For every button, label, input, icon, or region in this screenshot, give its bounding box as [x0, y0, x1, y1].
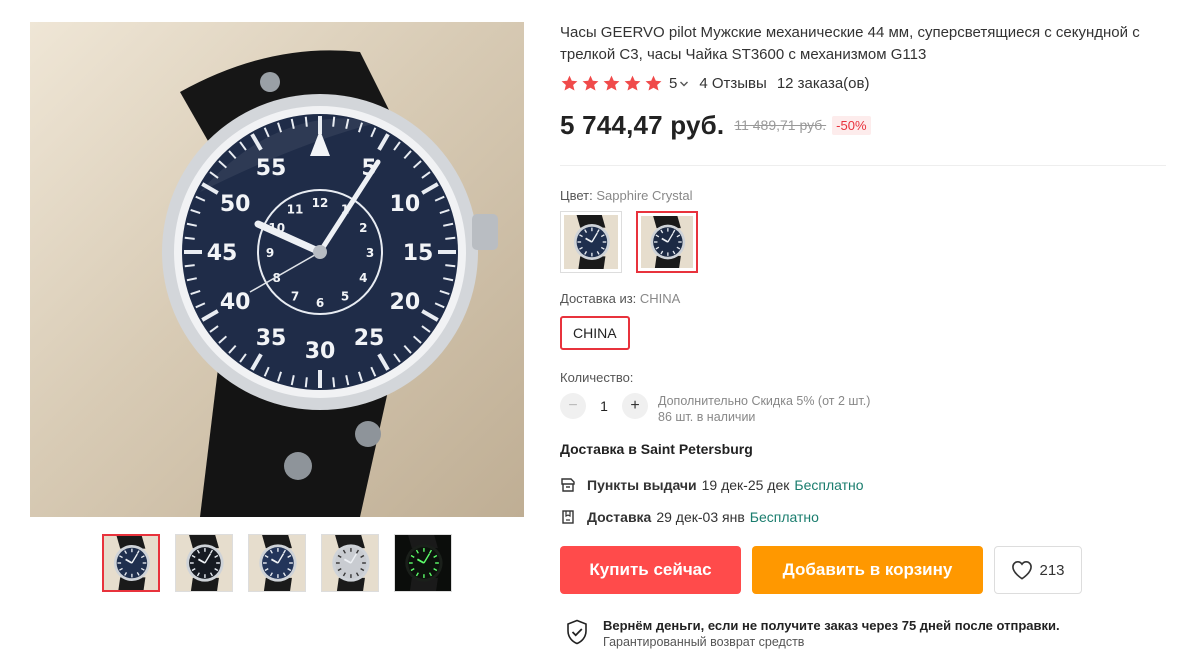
- dial-tick: [332, 377, 336, 388]
- dial-tick: [304, 377, 308, 388]
- star-icon: [624, 75, 641, 91]
- guarantee-sub-text[interactable]: Гарантированный возврат средств: [603, 634, 1060, 650]
- price-row: 5 744,47 руб. 11 489,71 руб. -50%: [560, 105, 1170, 145]
- quantity-note: Дополнительно Скидка 5% (от 2 шт.) 86 шт…: [658, 393, 870, 425]
- color-option-sapphire-crystal[interactable]: [636, 211, 698, 273]
- rating-value[interactable]: 5: [669, 75, 677, 92]
- dial-tick: [184, 236, 195, 240]
- dial-numeral: 20: [390, 290, 421, 315]
- thumbnail-luminous-dial-watch[interactable]: [394, 534, 452, 592]
- reviews-link[interactable]: 4 Отзывы: [699, 75, 766, 92]
- quantity-value[interactable]: 1: [586, 393, 622, 419]
- color-options: [560, 211, 1170, 273]
- delivery-pickup-line: Пункты выдачи 19 дек-25 дек Бесплатно: [560, 477, 1170, 493]
- pickup-point-icon: [561, 478, 575, 492]
- hand-pivot: [313, 245, 327, 259]
- strap-rivet: [284, 452, 312, 480]
- color-label: Цвет: Sapphire Crystal: [560, 188, 693, 203]
- color-option-blue-dial[interactable]: [560, 211, 622, 273]
- strap-rivet: [355, 421, 381, 447]
- discount-badge: -50%: [832, 115, 871, 135]
- inner-numeral: 7: [291, 289, 299, 303]
- wishlist-button[interactable]: 213: [994, 546, 1082, 594]
- orders-count: 12 заказа(ов): [776, 75, 870, 92]
- dial-numeral: 10: [390, 192, 421, 217]
- pickup-price: Бесплатно: [794, 477, 864, 493]
- inner-numeral: 12: [312, 196, 329, 210]
- rating-row: 5 4 Отзывы 12 заказа(ов): [560, 74, 1170, 93]
- pickup-dates: 19 дек-25 дек: [701, 477, 790, 493]
- ship-from-label: Доставка из: CHINA: [560, 291, 681, 306]
- thumbnail-blue-dial-watch[interactable]: [102, 534, 160, 592]
- color-value: Sapphire Crystal: [596, 188, 693, 203]
- courier-price: Бесплатно: [749, 509, 819, 525]
- dial-numeral: 25: [354, 326, 385, 351]
- watch-crown: [472, 214, 498, 250]
- chevron-down-icon[interactable]: [679, 79, 689, 89]
- inner-numeral: 4: [359, 271, 367, 285]
- thumbnail-blue-dial-watch-front[interactable]: [248, 534, 306, 592]
- dial-numeral: 40: [220, 290, 251, 315]
- buy-now-button[interactable]: Купить сейчас: [560, 546, 741, 594]
- inner-numeral: 3: [366, 246, 374, 260]
- strap-rivet: [260, 72, 280, 92]
- quantity-decrease-button[interactable]: −: [560, 393, 586, 419]
- dial-tick: [445, 236, 456, 240]
- delivery-title[interactable]: Доставка в Saint Petersburg: [560, 441, 1170, 457]
- delivery-courier-line: Доставка 29 дек-03 янв Бесплатно: [560, 509, 1170, 525]
- dial-numeral: 45: [207, 241, 238, 266]
- stock-text: 86 шт. в наличии: [658, 410, 756, 424]
- inner-numeral: 5: [341, 289, 349, 303]
- courier-label: Доставка: [587, 509, 652, 525]
- star-icon: [603, 75, 620, 91]
- product-title: Часы GEERVO pilot Мужские механические 4…: [560, 24, 1140, 63]
- delivery-box-icon: [562, 510, 574, 524]
- thumbnail-black-dial-watch[interactable]: [175, 534, 233, 592]
- old-price: 11 489,71 руб.: [734, 117, 827, 133]
- wishlist-count: 213: [1039, 561, 1065, 579]
- quantity-stepper: − 1 + Дополнительно Скидка 5% (от 2 шт.)…: [560, 393, 1170, 425]
- inner-numeral: 11: [287, 203, 304, 217]
- thumbnail-strip: [102, 534, 452, 592]
- dial-numeral: 50: [220, 192, 251, 217]
- inner-numeral: 2: [359, 221, 367, 235]
- dial-tick: [184, 264, 195, 268]
- star-icon: [645, 75, 662, 91]
- inner-numeral: 6: [316, 296, 324, 310]
- dial-numeral: 35: [256, 326, 287, 351]
- money-back-guarantee: Вернём деньги, если не получите заказ че…: [560, 617, 1170, 650]
- heart-icon: [1012, 560, 1033, 580]
- thumbnail-silver-case-watch[interactable]: [321, 534, 379, 592]
- inner-numeral: 9: [266, 246, 274, 260]
- purchase-actions: Купить сейчас Добавить в корзину 213: [560, 546, 1170, 594]
- quantity-label: Количество:: [560, 370, 634, 385]
- dial-numeral: 15: [403, 241, 434, 266]
- pickup-label: Пункты выдачи: [587, 477, 697, 493]
- product-info: Часы GEERVO pilot Мужские механические 4…: [560, 22, 1170, 650]
- dial-tick: [445, 264, 456, 268]
- guarantee-main-text: Вернём деньги, если не получите заказ че…: [603, 618, 1060, 633]
- shield-check-icon: [567, 619, 587, 645]
- ship-from-option-china[interactable]: CHINA: [560, 316, 630, 350]
- star-icon: [561, 75, 578, 91]
- bulk-discount-text: Дополнительно Скидка 5% (от 2 шт.): [658, 394, 871, 408]
- rating-stars[interactable]: [560, 74, 663, 93]
- add-to-cart-button[interactable]: Добавить в корзину: [752, 546, 983, 594]
- current-price: 5 744,47 руб.: [560, 109, 725, 140]
- dial-numeral: 30: [305, 339, 336, 364]
- star-icon: [582, 75, 599, 91]
- quantity-increase-button[interactable]: +: [622, 393, 648, 419]
- divider: [560, 165, 1166, 166]
- main-product-image[interactable]: 555101520253035404550121234567891011: [30, 22, 524, 517]
- ship-from-value: CHINA: [639, 291, 681, 306]
- courier-dates: 29 дек-03 янв: [656, 509, 745, 525]
